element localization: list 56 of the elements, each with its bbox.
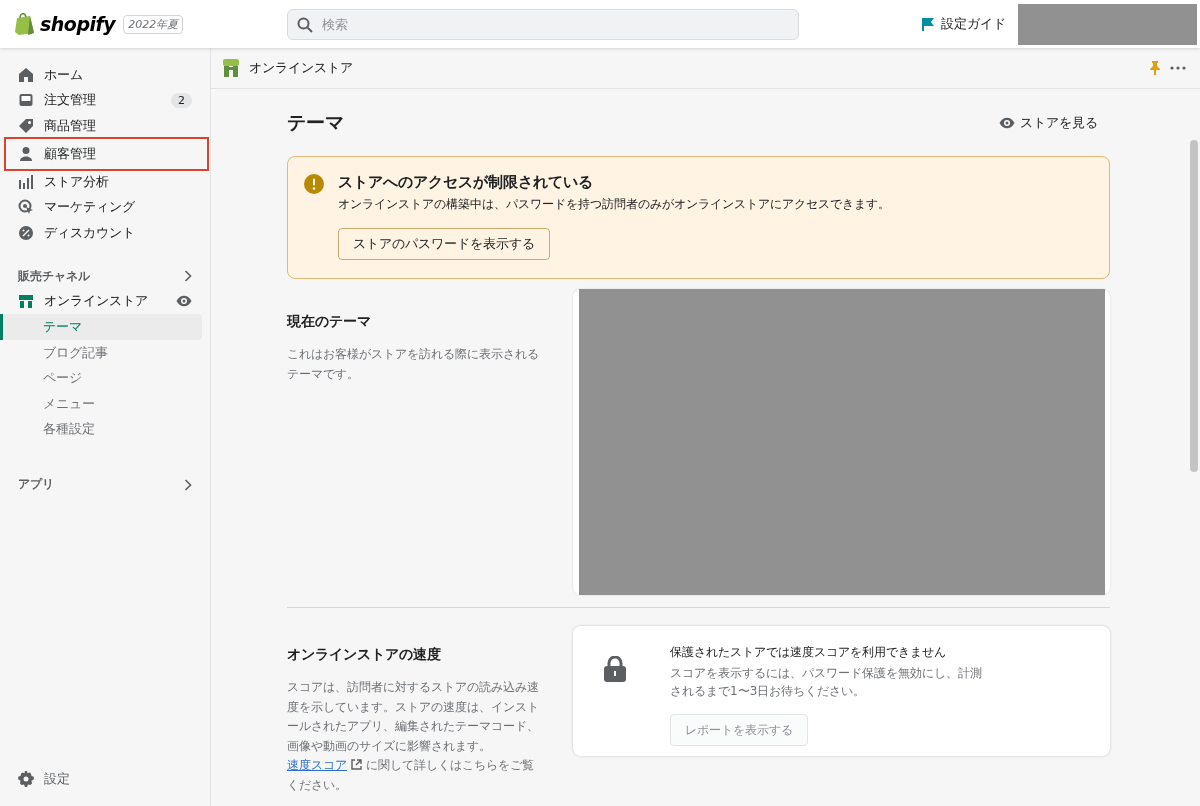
sub-nav-item[interactable]: メニュー [0, 390, 202, 417]
eye-icon[interactable] [176, 295, 192, 308]
card-text: スコアを表示するには、パスワード保護を無効にし、計測されるまで1〜3日お待ちください。 [670, 665, 983, 700]
setup-guide-button[interactable]: 設定ガイド [917, 11, 1010, 37]
section-heading: 販売チャネル [18, 267, 90, 285]
section-heading: アプリ [18, 476, 54, 494]
nav-item[interactable]: 顧客管理 [6, 138, 207, 169]
eye-icon [999, 117, 1015, 129]
storefront-icon [223, 59, 239, 77]
bar-chart-icon [18, 173, 34, 190]
sub-nav-item[interactable]: 各種設定 [0, 416, 202, 443]
banner-title: ストアへのアクセスが制限されている [338, 173, 594, 192]
chevron-right-icon[interactable] [184, 270, 192, 283]
shopping-bag-logo-icon [14, 12, 36, 36]
target-icon [18, 199, 34, 216]
banner-text: オンラインストアの構築中は、パスワードを持つ訪問者のみがオンラインストアにアクセスできます。 [338, 196, 890, 213]
page-title: テーマ [287, 110, 344, 135]
sub-nav-item[interactable]: テーマ [0, 314, 202, 340]
home-icon [18, 66, 34, 83]
nav-item[interactable]: ホーム [8, 62, 202, 88]
person-icon [18, 145, 34, 162]
scrollbar[interactable] [1190, 140, 1198, 472]
nav-item[interactable]: 注文管理 2 [8, 87, 202, 114]
external-link-icon [351, 759, 362, 770]
search-field[interactable]: 検索 [287, 8, 799, 40]
settings-icon [18, 771, 34, 788]
flag-icon [921, 17, 935, 31]
chevron-right-icon[interactable] [184, 478, 192, 491]
storefront-icon [18, 293, 34, 310]
card-title: 保護されたストアでは速度スコアを利用できません [670, 644, 947, 661]
section-description: スコアは、訪問者に対するストアの読み込み速度を示しています。ストアの速度は、インストールされたアプリ、編集されたテーマコード、画像や動画のサイズに影響されます。 速度スコア に関して詳しくはこちらをご覧ください。 [287, 679, 539, 794]
search-icon [297, 16, 313, 33]
logo-text: shopify [40, 13, 116, 35]
tray-icon [18, 92, 34, 109]
section-heading: オンラインストアの速度 [287, 646, 442, 664]
nav-item[interactable]: ディスカウント [8, 219, 202, 246]
app-title: オンラインストア [249, 59, 353, 77]
warning-icon [304, 174, 324, 194]
sub-nav-item[interactable]: ブログ記事 [0, 339, 202, 366]
section-heading: 現在のテーマ [287, 313, 372, 331]
show-password-button[interactable]: ストアのパスワードを表示する [338, 228, 550, 260]
speed-score-link[interactable]: 速度スコア [287, 758, 362, 772]
lock-icon [603, 656, 627, 682]
settings-item[interactable]: 設定 [8, 766, 202, 792]
count-badge: 2 [171, 92, 192, 108]
more-icon[interactable] [1170, 66, 1186, 70]
discount-icon [18, 224, 34, 241]
sub-nav-item[interactable]: ページ [0, 365, 202, 391]
nav-item[interactable]: マーケティング [8, 194, 202, 220]
view-store-button[interactable]: ストアを見る [995, 110, 1102, 136]
nav-item[interactable]: ストア分析 [8, 168, 202, 195]
nav-item[interactable]: オンラインストア [8, 288, 202, 315]
nav-item[interactable]: 商品管理 [8, 113, 202, 139]
edition-badge: 2022年夏 [123, 14, 184, 34]
section-description: これはお客様がストアを訪れる際に表示されるテーマです。 [287, 346, 539, 383]
tag-icon [18, 118, 34, 134]
